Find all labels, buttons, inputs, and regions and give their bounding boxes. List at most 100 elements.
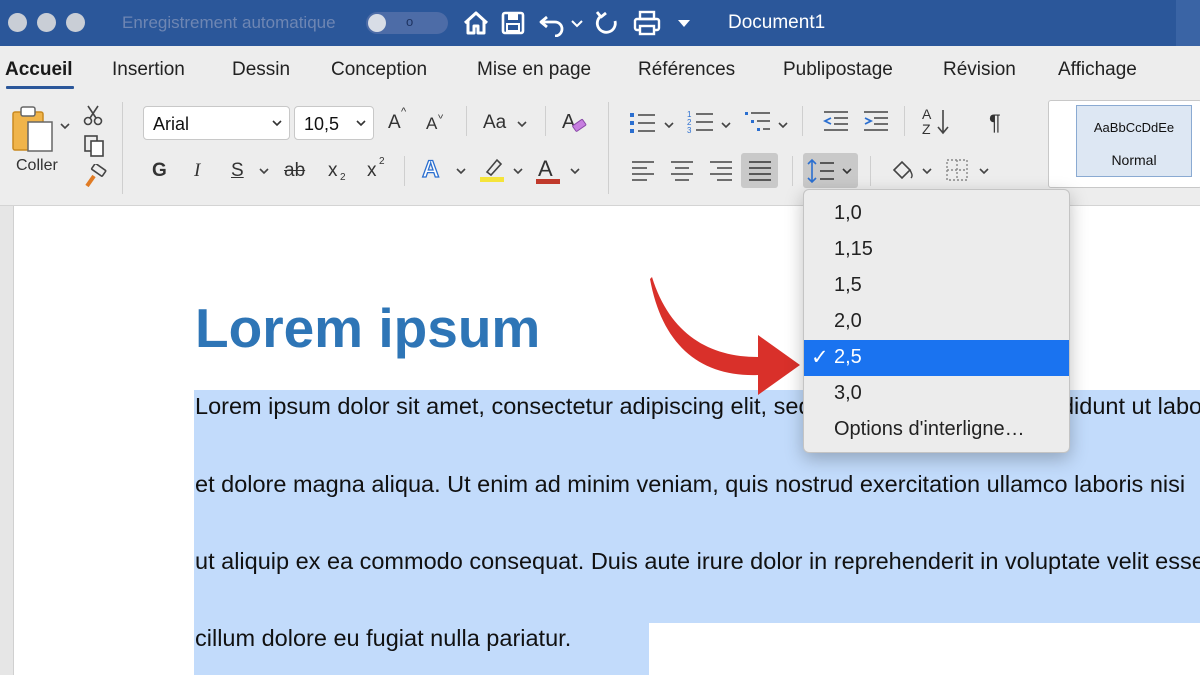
copy-icon[interactable] xyxy=(82,134,106,158)
chevron-down-icon[interactable] xyxy=(921,165,933,177)
customize-toolbar-chevron-icon[interactable] xyxy=(676,9,692,37)
svg-text:A: A xyxy=(562,111,576,133)
tab-references[interactable]: Références xyxy=(638,59,735,81)
sort-a-letter: A xyxy=(922,106,932,122)
chevron-down-icon xyxy=(842,168,852,175)
italic-button[interactable]: I xyxy=(194,160,200,182)
tab-mise-en-page[interactable]: Mise en page xyxy=(477,59,591,81)
chevron-down-icon xyxy=(356,120,366,127)
title-bar: Enregistrement automatique o Document1 xyxy=(0,0,1200,46)
chevron-down-icon[interactable] xyxy=(512,165,524,177)
chevron-down-icon[interactable] xyxy=(569,165,581,177)
font-size-select[interactable]: 10,5 xyxy=(294,106,374,140)
separator xyxy=(122,102,123,194)
strikethrough-button[interactable]: ab xyxy=(284,160,305,182)
redo-icon[interactable] xyxy=(593,9,621,37)
text-effects-button[interactable]: A xyxy=(421,155,440,184)
shrink-font-button[interactable]: A xyxy=(426,114,437,134)
minimize-window-button[interactable] xyxy=(37,13,56,32)
line-spacing-option-2-0[interactable]: 2,0 xyxy=(804,304,1069,340)
shading-icon[interactable] xyxy=(888,156,916,184)
chevron-down-icon[interactable] xyxy=(663,119,675,131)
increase-indent-icon[interactable] xyxy=(862,109,890,135)
chevron-down-icon[interactable] xyxy=(777,119,789,131)
sort-button[interactable]: A Z xyxy=(920,106,954,138)
undo-dropdown-chevron-icon[interactable] xyxy=(570,9,584,37)
paragraph-line: ut aliquip ex ea commodo consequat. Duis… xyxy=(195,548,1200,574)
tab-affichage[interactable]: Affichage xyxy=(1058,59,1137,81)
tab-publipostage[interactable]: Publipostage xyxy=(783,59,893,81)
font-color-swatch xyxy=(536,179,560,184)
superscript-button[interactable]: x xyxy=(367,160,377,182)
grow-font-button[interactable]: A xyxy=(388,112,401,134)
paragraph-line: cillum dolore eu fugiat nulla pariatur. xyxy=(195,625,572,651)
tab-conception[interactable]: Conception xyxy=(331,59,427,81)
justify-icon xyxy=(749,161,771,181)
titlebar-search-area[interactable] xyxy=(1176,0,1200,46)
font-name-select[interactable]: Arial xyxy=(143,106,290,140)
chevron-down-icon[interactable] xyxy=(720,119,732,131)
line-spacing-options-item[interactable]: Options d'interligne… xyxy=(804,412,1069,448)
highlighter-icon[interactable] xyxy=(478,156,506,184)
bold-button[interactable]: G xyxy=(152,160,167,182)
borders-icon[interactable] xyxy=(944,157,970,183)
justify-button[interactable] xyxy=(741,153,778,188)
line-spacing-option-3-0[interactable]: 3,0 xyxy=(804,376,1069,412)
document-title: Document1 xyxy=(728,12,826,33)
align-left-icon[interactable] xyxy=(630,159,656,183)
save-icon[interactable] xyxy=(500,9,526,37)
line-spacing-option-1-15[interactable]: 1,15 xyxy=(804,232,1069,268)
subscript-mark: 2 xyxy=(340,172,346,183)
decrease-indent-icon[interactable] xyxy=(822,109,850,135)
paste-icon[interactable] xyxy=(10,104,56,154)
underline-dropdown-chevron-icon[interactable] xyxy=(258,165,270,177)
change-case-button[interactable]: Aa xyxy=(483,112,506,134)
separator xyxy=(802,106,803,136)
line-spacing-button[interactable] xyxy=(803,153,858,188)
paragraph-line: et dolore magna aliqua. Ut enim ad minim… xyxy=(195,471,1186,497)
tab-accueil[interactable]: Accueil xyxy=(5,59,73,81)
show-formatting-marks-button[interactable]: ¶ xyxy=(989,110,1001,136)
chevron-down-icon xyxy=(272,120,282,127)
menu-item-label: 2,0 xyxy=(834,310,862,332)
menu-item-label: 1,5 xyxy=(834,274,862,296)
line-spacing-option-2-5[interactable]: ✓ 2,5 xyxy=(804,340,1069,376)
tab-insertion[interactable]: Insertion xyxy=(112,59,185,81)
line-spacing-option-1-5[interactable]: 1,5 xyxy=(804,268,1069,304)
checkmark-icon: ✓ xyxy=(811,346,829,369)
underline-button[interactable]: S xyxy=(231,160,244,182)
svg-text:3: 3 xyxy=(687,126,692,135)
cut-icon[interactable] xyxy=(82,104,104,126)
multilevel-list-icon[interactable] xyxy=(743,108,773,136)
sort-z-letter: Z xyxy=(922,121,931,137)
bullets-icon[interactable] xyxy=(628,110,658,136)
line-spacing-menu: 1,0 1,15 1,5 2,0 ✓ 2,5 3,0 Options d'int… xyxy=(803,189,1070,453)
chevron-down-icon[interactable] xyxy=(516,118,528,130)
tab-dessin[interactable]: Dessin xyxy=(232,59,290,81)
home-icon[interactable] xyxy=(462,9,490,37)
paste-dropdown-chevron-icon[interactable] xyxy=(59,120,71,132)
align-center-icon[interactable] xyxy=(669,159,695,183)
undo-icon[interactable] xyxy=(538,9,566,37)
font-name-value: Arial xyxy=(153,114,190,134)
print-icon[interactable] xyxy=(632,9,662,37)
chevron-down-icon[interactable] xyxy=(455,165,467,177)
separator xyxy=(608,102,609,194)
chevron-down-icon[interactable] xyxy=(978,165,990,177)
clear-formatting-icon[interactable]: A xyxy=(560,108,588,136)
format-painter-icon[interactable] xyxy=(82,164,108,190)
autosave-toggle[interactable]: o xyxy=(366,12,448,34)
separator xyxy=(870,156,871,186)
close-window-button[interactable] xyxy=(8,13,27,32)
tab-revision[interactable]: Révision xyxy=(943,59,1016,81)
line-spacing-option-1-0[interactable]: 1,0 xyxy=(804,196,1069,232)
align-right-icon[interactable] xyxy=(708,159,734,183)
menu-item-label: 1,0 xyxy=(834,202,862,224)
font-size-value: 10,5 xyxy=(304,114,340,134)
zoom-window-button[interactable] xyxy=(66,13,85,32)
subscript-button[interactable]: x xyxy=(328,160,338,182)
separator xyxy=(466,106,467,136)
style-normal[interactable]: AaBbCcDdEe Normal xyxy=(1076,105,1192,177)
numbering-icon[interactable]: 1 2 3 xyxy=(686,108,716,136)
line-spacing-icon xyxy=(807,158,834,184)
